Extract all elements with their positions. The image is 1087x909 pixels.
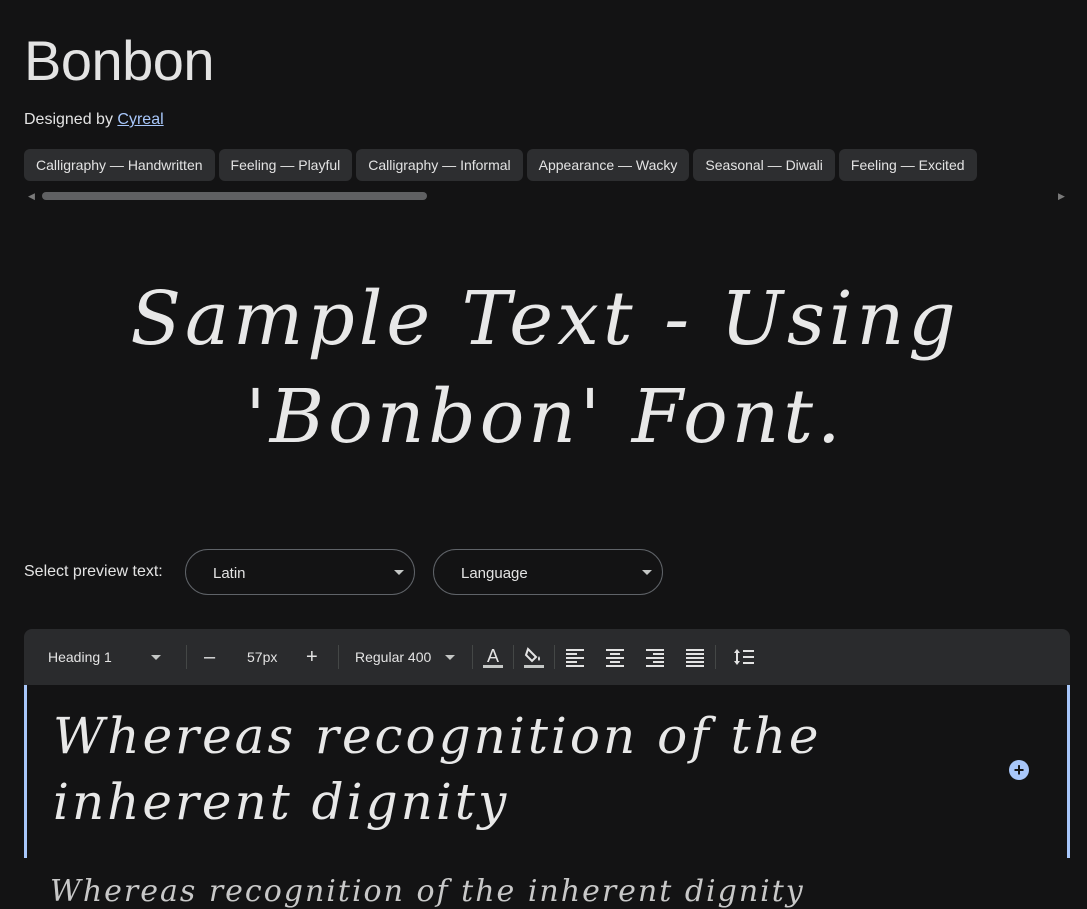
toolbar-divider bbox=[715, 645, 716, 669]
designer-link[interactable]: Cyreal bbox=[117, 111, 163, 128]
tag-chip[interactable]: Feeling — Playful bbox=[218, 149, 353, 181]
align-left-icon[interactable] bbox=[565, 647, 585, 667]
designed-by-label: Designed by bbox=[24, 111, 113, 128]
preview-text-label: Select preview text: bbox=[24, 563, 163, 580]
scroll-right-arrow-icon[interactable]: ▶ bbox=[1058, 191, 1065, 202]
script-dropdown-value: Latin bbox=[213, 565, 246, 582]
text-editor[interactable]: Whereas recognition of the inherent dign… bbox=[24, 685, 1070, 858]
editor-toolbar: Heading 1 – 57px + Regular 400 A bbox=[24, 629, 1070, 685]
language-dropdown[interactable]: Language bbox=[433, 549, 663, 595]
tag-list: Calligraphy — Handwritten Feeling — Playf… bbox=[24, 149, 1070, 181]
tag-chip[interactable]: Calligraphy — Informal bbox=[356, 149, 523, 181]
text-color-icon[interactable]: A bbox=[482, 645, 504, 669]
tag-chip[interactable]: Calligraphy — Handwritten bbox=[24, 149, 215, 181]
toolbar-divider bbox=[338, 645, 339, 669]
editor-heading-text[interactable]: Whereas recognition of the inherent dign… bbox=[53, 703, 913, 835]
chevron-down-icon[interactable] bbox=[445, 655, 455, 660]
font-title: Bonbon bbox=[24, 29, 215, 92]
tag-chip[interactable]: Appearance — Wacky bbox=[526, 149, 690, 181]
line-height-icon[interactable] bbox=[733, 647, 755, 667]
align-center-icon[interactable] bbox=[605, 647, 625, 667]
language-dropdown-value: Language bbox=[461, 565, 528, 582]
chevron-down-icon[interactable] bbox=[151, 655, 161, 660]
font-size-value[interactable]: 57px bbox=[247, 629, 277, 685]
designer-line: Designed by Cyreal bbox=[24, 111, 164, 129]
font-weight-value: Regular 400 bbox=[355, 649, 432, 665]
text-style-select[interactable]: Heading 1 bbox=[48, 629, 112, 685]
toolbar-divider bbox=[513, 645, 514, 669]
highlight-color-icon[interactable] bbox=[523, 645, 545, 669]
sample-text-preview: Sample Text - Using 'Bonbon' Font. bbox=[130, 276, 960, 460]
toolbar-divider bbox=[472, 645, 473, 669]
decrease-size-button[interactable]: – bbox=[204, 629, 215, 685]
editor-next-line[interactable]: Whereas recognition of the inherent dign… bbox=[50, 874, 805, 909]
tag-chip[interactable]: Feeling — Excited bbox=[838, 149, 977, 181]
add-block-icon[interactable]: + bbox=[1009, 760, 1029, 780]
font-weight-select[interactable]: Regular 400 bbox=[355, 629, 431, 685]
toolbar-divider bbox=[554, 645, 555, 669]
toolbar-divider bbox=[186, 645, 187, 669]
tags-scrollbar-thumb[interactable] bbox=[42, 192, 427, 200]
align-right-icon[interactable] bbox=[645, 647, 665, 667]
align-justify-icon[interactable] bbox=[685, 647, 705, 667]
tag-chip[interactable]: Seasonal — Diwali bbox=[693, 149, 835, 181]
chevron-down-icon bbox=[642, 570, 652, 575]
script-dropdown[interactable]: Latin bbox=[185, 549, 415, 595]
scroll-left-arrow-icon[interactable]: ◀ bbox=[28, 191, 35, 202]
increase-size-button[interactable]: + bbox=[306, 629, 318, 685]
text-style-value: Heading 1 bbox=[48, 649, 112, 665]
chevron-down-icon bbox=[394, 570, 404, 575]
svg-text:A: A bbox=[487, 646, 499, 666]
